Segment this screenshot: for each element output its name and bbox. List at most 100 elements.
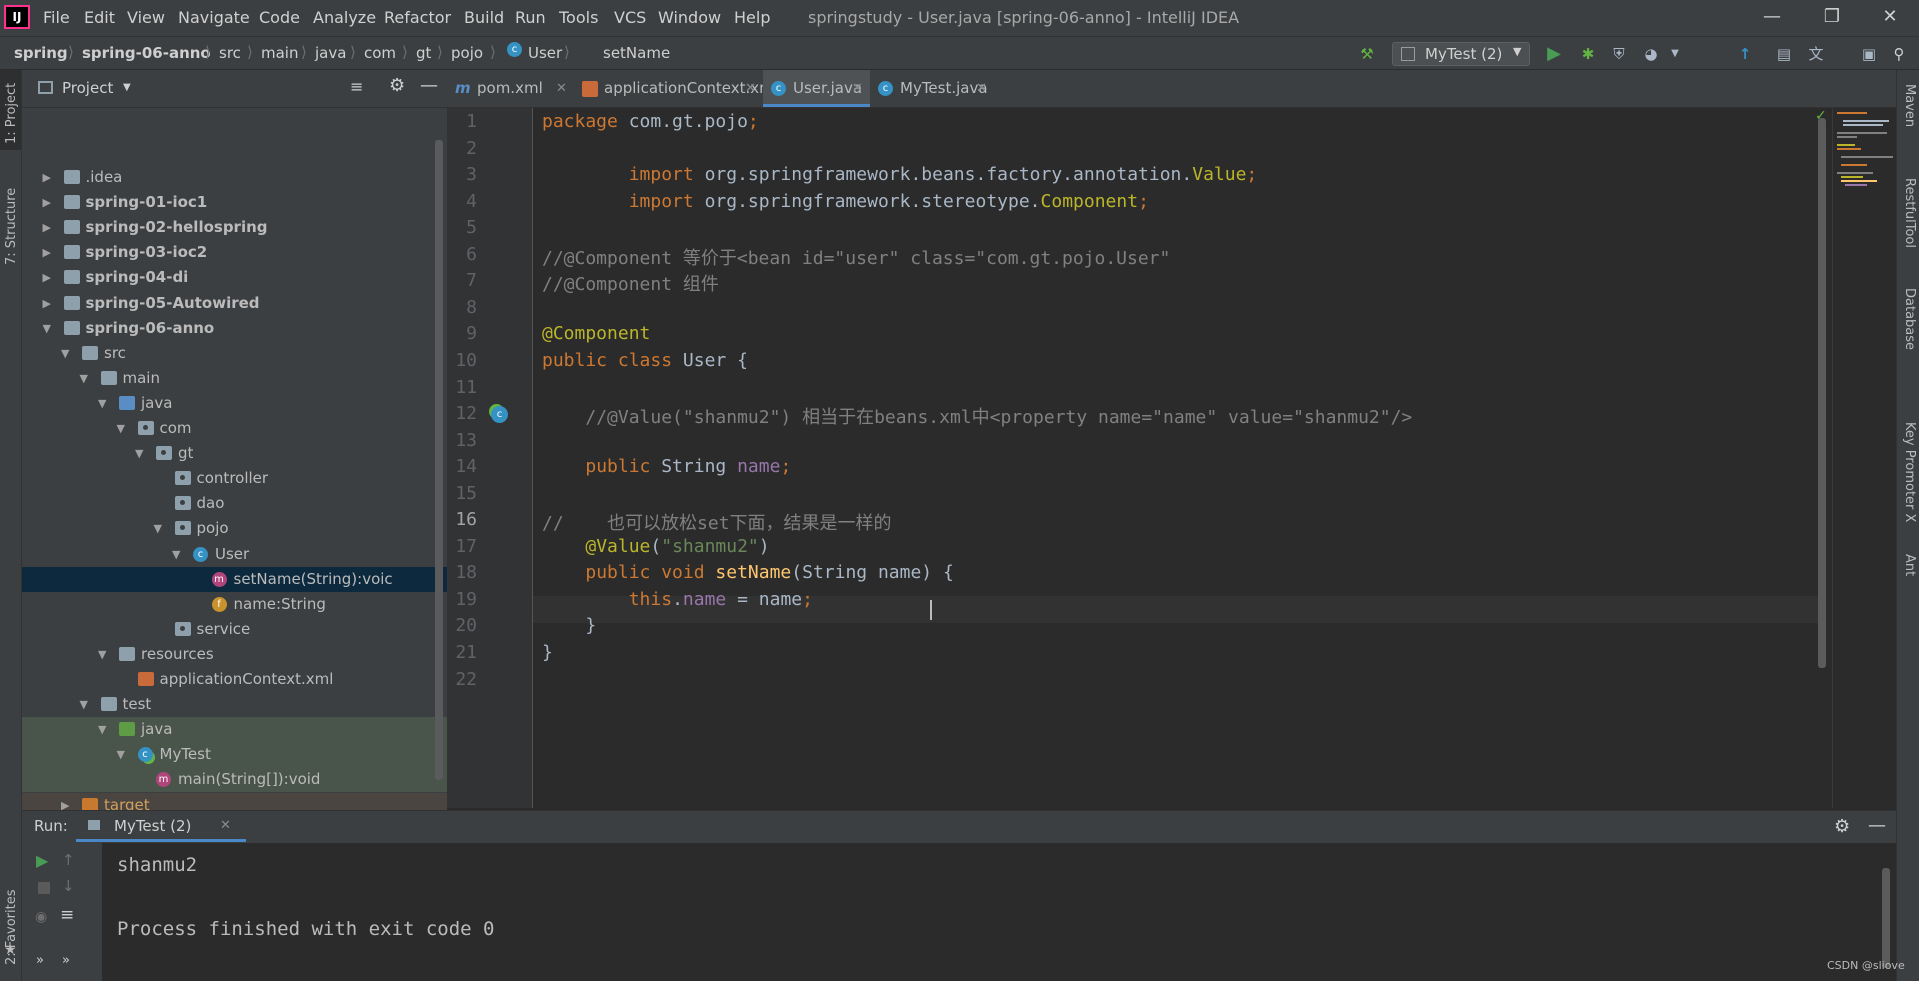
project-scrollbar[interactable] bbox=[435, 140, 443, 780]
camera-icon[interactable]: ◉ bbox=[35, 909, 47, 925]
tree-item[interactable]: applicationContext.xml bbox=[22, 667, 447, 692]
collapsed-arrow-icon[interactable]: ▶ bbox=[43, 240, 51, 265]
menu-analyze[interactable]: Analyze bbox=[313, 8, 376, 27]
breadcrumb-src[interactable]: src bbox=[219, 44, 241, 62]
menu-refactor[interactable]: Refactor bbox=[384, 8, 451, 27]
class-gutter-icon[interactable]: c bbox=[491, 406, 508, 423]
breadcrumb-method[interactable]: setName bbox=[603, 44, 670, 62]
structure-tool-label[interactable]: 7: Structure bbox=[4, 188, 19, 265]
search-icon[interactable]: ⚲ bbox=[1888, 43, 1910, 65]
build-hammer-icon[interactable]: ⚒ bbox=[1356, 43, 1378, 65]
tree-item[interactable]: ▶ spring-05-Autowired bbox=[22, 291, 447, 316]
collapsed-arrow-icon[interactable]: ▶ bbox=[43, 215, 51, 240]
tree-item[interactable]: ▼ main bbox=[22, 366, 447, 391]
tree-item[interactable]: controller bbox=[22, 466, 447, 491]
coverage-shield-icon[interactable]: ⛨ bbox=[1608, 43, 1630, 65]
breadcrumb-class[interactable]: User bbox=[528, 44, 562, 62]
tree-item[interactable]: ▼ test bbox=[22, 692, 447, 717]
minimize-icon[interactable]: — bbox=[1752, 6, 1792, 27]
tree-item[interactable]: ▼ com bbox=[22, 416, 447, 441]
vcs-update-icon[interactable]: ↑ bbox=[1734, 43, 1756, 65]
more-run-chevron-icon[interactable]: ▼ bbox=[1664, 43, 1686, 65]
tree-item[interactable]: ▼ resources bbox=[22, 642, 447, 667]
breadcrumb-java[interactable]: java bbox=[315, 44, 346, 62]
expanded-arrow-icon[interactable]: ▼ bbox=[98, 717, 106, 742]
breadcrumb-com[interactable]: com bbox=[364, 44, 396, 62]
close-icon[interactable]: ✕ bbox=[1870, 6, 1910, 27]
expand-right-icon[interactable]: » bbox=[62, 953, 70, 968]
tree-item[interactable]: ▼ c User bbox=[22, 542, 447, 567]
menu-file[interactable]: File bbox=[43, 8, 70, 27]
close-tab-icon[interactable]: ✕ bbox=[852, 70, 863, 107]
restfultool-tool-label[interactable]: RestfulTool bbox=[1902, 178, 1917, 248]
editor-tab[interactable]: c MyTest.java ✕ bbox=[870, 70, 994, 107]
tree-item[interactable]: ▶ spring-02-hellospring bbox=[22, 215, 447, 240]
run-console[interactable] bbox=[22, 843, 1896, 981]
maven-tool-label[interactable]: Maven bbox=[1902, 84, 1917, 127]
tree-item[interactable]: m main(String[]):void bbox=[22, 767, 447, 793]
tree-item[interactable]: ▶ .idea bbox=[22, 165, 447, 190]
presentation-icon[interactable]: ▣ bbox=[1858, 43, 1880, 65]
editor-tab[interactable]: applicationContext.xml ✕ bbox=[574, 70, 778, 107]
tree-item[interactable]: ▶ spring-04-di bbox=[22, 265, 447, 290]
expanded-arrow-icon[interactable]: ▼ bbox=[98, 642, 106, 667]
collapsed-arrow-icon[interactable]: ▶ bbox=[43, 291, 51, 316]
restore-icon[interactable]: ❐ bbox=[1812, 6, 1852, 27]
translate-icon[interactable]: 文 bbox=[1805, 43, 1827, 65]
run-tab[interactable]: MyTest (2) ✕ bbox=[76, 811, 246, 842]
breadcrumb-module[interactable]: spring-06-anno bbox=[82, 44, 211, 62]
tree-item[interactable]: ▼ spring-06-anno bbox=[22, 316, 447, 341]
expanded-arrow-icon[interactable]: ▼ bbox=[80, 366, 88, 391]
expanded-arrow-icon[interactable]: ▼ bbox=[154, 516, 162, 541]
expanded-arrow-icon[interactable]: ▼ bbox=[43, 316, 51, 341]
tree-item[interactable]: dao bbox=[22, 491, 447, 516]
breadcrumb-gt[interactable]: gt bbox=[416, 44, 431, 62]
run-icon[interactable]: ▶ bbox=[1543, 43, 1565, 65]
tree-item[interactable]: ▼ gt bbox=[22, 441, 447, 466]
expanded-arrow-icon[interactable]: ▼ bbox=[135, 441, 143, 466]
menu-vcs[interactable]: VCS bbox=[614, 8, 646, 27]
breadcrumb-main[interactable]: main bbox=[261, 44, 298, 62]
gear-icon[interactable]: ⚙ bbox=[1834, 816, 1850, 837]
run-configuration-select[interactable]: MyTest (2) ▼ bbox=[1392, 42, 1530, 66]
tree-item[interactable]: ▶ spring-01-ioc1 bbox=[22, 190, 447, 215]
menu-build[interactable]: Build bbox=[464, 8, 504, 27]
rerun-icon[interactable]: ▶ bbox=[36, 851, 48, 870]
tree-item[interactable]: ▼ c MyTest bbox=[22, 742, 447, 768]
hide-panel-icon[interactable]: — bbox=[1868, 815, 1886, 836]
profile-icon[interactable]: ◕ bbox=[1640, 43, 1662, 65]
breadcrumb-project[interactable]: spring bbox=[14, 44, 68, 62]
project-tool-label[interactable]: 1: Project bbox=[4, 83, 19, 144]
close-tab-icon[interactable]: ✕ bbox=[556, 70, 567, 107]
expanded-arrow-icon[interactable]: ▼ bbox=[80, 692, 88, 717]
editor-tab[interactable]: mpom.xml (spring-06-anno)✕ bbox=[447, 70, 574, 171]
project-structure-icon[interactable]: ▤ bbox=[1773, 43, 1795, 65]
collapsed-arrow-icon[interactable]: ▶ bbox=[43, 265, 51, 290]
tree-item[interactable]: f name:String bbox=[22, 592, 447, 617]
expanded-arrow-icon[interactable]: ▼ bbox=[98, 391, 106, 416]
tree-item[interactable]: ▼ java bbox=[22, 717, 447, 743]
menu-view[interactable]: View bbox=[127, 8, 165, 27]
expanded-arrow-icon[interactable]: ▼ bbox=[61, 341, 69, 366]
tree-item[interactable]: service bbox=[22, 617, 447, 642]
editor-scrollbar[interactable] bbox=[1818, 118, 1826, 668]
expanded-arrow-icon[interactable]: ▼ bbox=[117, 416, 125, 441]
close-tab-icon[interactable]: ✕ bbox=[220, 818, 231, 833]
menu-edit[interactable]: Edit bbox=[84, 8, 115, 27]
expand-left-icon[interactable]: » bbox=[36, 953, 44, 968]
menu-help[interactable]: Help bbox=[734, 8, 770, 27]
code-minimap[interactable] bbox=[1832, 108, 1896, 808]
expanded-arrow-icon[interactable]: ▼ bbox=[172, 542, 180, 567]
close-tab-icon[interactable]: ✕ bbox=[745, 70, 756, 107]
soft-wrap-icon[interactable]: ≡ bbox=[60, 905, 74, 925]
menu-tools[interactable]: Tools bbox=[559, 8, 598, 27]
menu-code[interactable]: Code bbox=[259, 8, 300, 27]
collapsed-arrow-icon[interactable]: ▶ bbox=[43, 165, 51, 190]
collapsed-arrow-icon[interactable]: ▶ bbox=[61, 793, 69, 811]
tree-item[interactable]: ▼ src bbox=[22, 341, 447, 366]
scroll-down-icon[interactable]: ↓ bbox=[62, 877, 75, 895]
tree-item[interactable]: ▼ pojo bbox=[22, 516, 447, 541]
editor-tab[interactable]: c User.java ✕ bbox=[763, 70, 870, 107]
menu-run[interactable]: Run bbox=[515, 8, 546, 27]
tree-item[interactable]: ▶ spring-03-ioc2 bbox=[22, 240, 447, 265]
